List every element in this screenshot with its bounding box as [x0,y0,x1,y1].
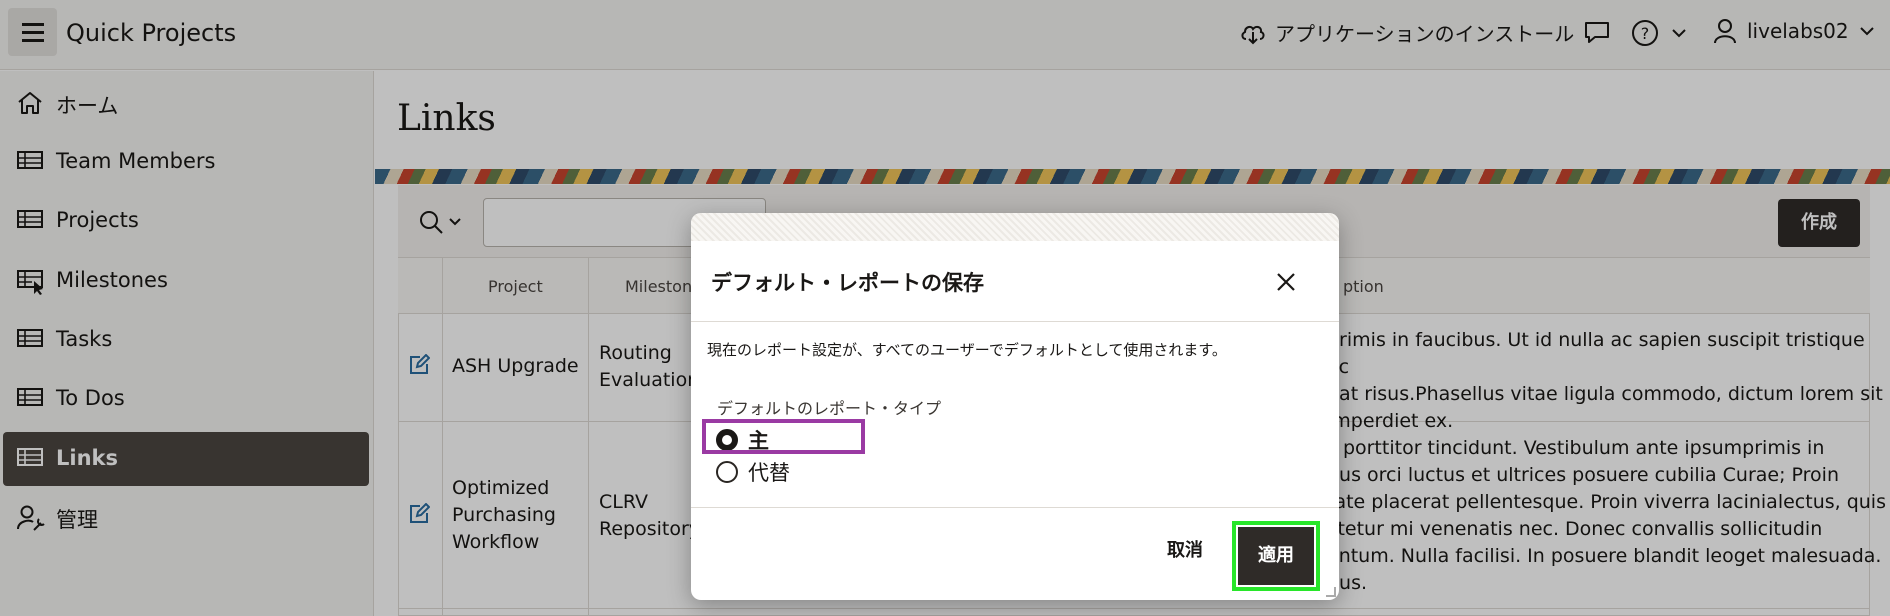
close-icon[interactable] [1271,267,1301,297]
report-type-label: デフォルトのレポート・タイプ [717,399,942,418]
dialog-description: 現在のレポート設定が、すべてのユーザーでデフォルトとして使用されます。 [707,341,1227,359]
dialog-divider [691,321,1339,322]
resize-handle[interactable] [1326,587,1336,597]
apply-button[interactable]: 適用 [1238,527,1314,585]
dialog-footer-divider [691,507,1339,508]
highlight-box-primary-option [702,419,865,454]
save-default-report-dialog: デフォルト・レポートの保存 現在のレポート設定が、すべてのユーザーでデフォルトと… [691,213,1339,600]
cancel-button[interactable]: 取消 [1160,536,1210,566]
radio-button-unchecked[interactable] [716,461,738,483]
radio-option-alternative[interactable]: 代替 [716,457,790,487]
radio-label-alternative: 代替 [748,461,790,485]
dialog-title: デフォルト・レポートの保存 [711,271,984,295]
dialog-texture [691,213,1339,241]
